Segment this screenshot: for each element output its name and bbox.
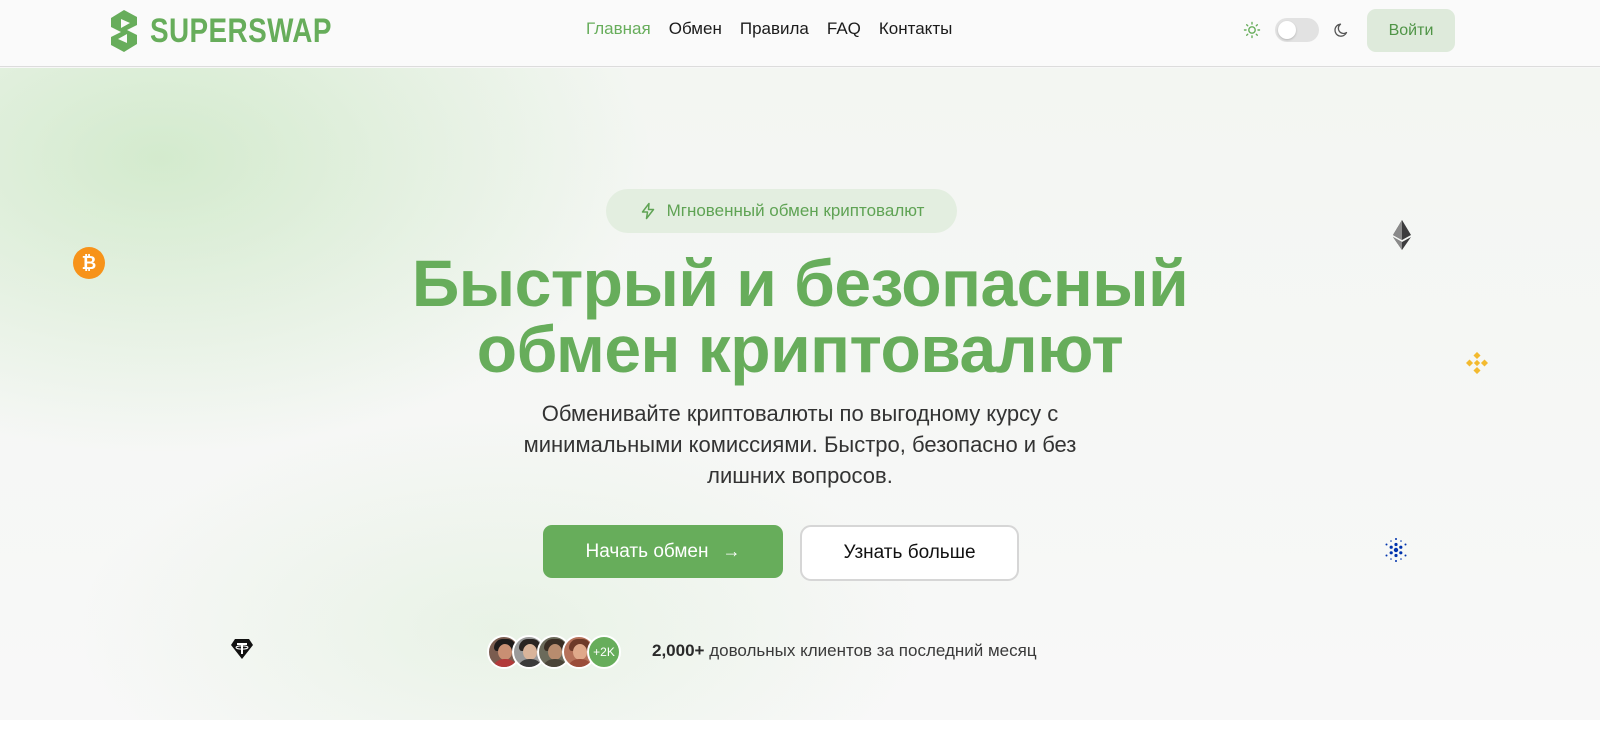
- nav-item-rules[interactable]: Правила: [740, 19, 809, 39]
- logo-text: SUPERSWAP: [150, 11, 332, 50]
- learn-more-button[interactable]: Узнать больше: [800, 525, 1019, 581]
- hero-subtitle-line-3: лишних вопросов.: [707, 463, 893, 488]
- clients-text: довольных клиентов за последний месяц: [709, 641, 1037, 660]
- hero-title-line-2: обмен криптовалют: [476, 312, 1124, 386]
- nav-item-contacts[interactable]: Контакты: [879, 19, 952, 39]
- bitcoin-icon: ₿: [73, 247, 105, 279]
- cardano-icon: [1385, 538, 1407, 562]
- svg-text:₿: ₿: [82, 253, 97, 273]
- binance-icon: [1466, 352, 1488, 374]
- moon-icon: [1334, 23, 1348, 37]
- nav-item-home[interactable]: Главная: [586, 19, 651, 39]
- nav-item-exchange[interactable]: Обмен: [669, 19, 722, 39]
- clients-count: 2,000+: [652, 641, 705, 660]
- hero-badge: Мгновенный обмен криптовалют: [606, 189, 957, 233]
- ethereum-icon: [1393, 220, 1411, 250]
- hero-title: Быстрый и безопасный обмен криптовалют: [300, 250, 1300, 382]
- nav-item-faq[interactable]: FAQ: [827, 19, 861, 39]
- hero-subtitle-line-2: минимальными комиссиями. Быстро, безопас…: [523, 432, 1077, 457]
- hero-subtitle-line-1: Обменивайте криптовалюты по выгодному ку…: [541, 401, 1059, 426]
- lightning-icon: [641, 202, 654, 220]
- logo[interactable]: SUPERSWAP: [108, 8, 372, 54]
- hero-subtitle: Обменивайте криптовалюты по выгодному ку…: [470, 398, 1130, 491]
- page-bottom-edge: [0, 720, 1600, 738]
- login-button[interactable]: Войти: [1367, 9, 1455, 52]
- theme-toggle[interactable]: [1275, 18, 1319, 42]
- hero-section: [0, 68, 1600, 720]
- start-exchange-button[interactable]: Начать обмен →: [543, 525, 783, 578]
- clients-stat: 2,000+ довольных клиентов за последний м…: [652, 641, 1037, 661]
- logo-mark-icon: [111, 10, 137, 52]
- site-header: SUPERSWAP Главная Обмен Правила FAQ Конт…: [0, 0, 1600, 67]
- tether-icon: [231, 639, 253, 659]
- badge-text: Мгновенный обмен криптовалют: [666, 201, 925, 220]
- avatars-more-badge: +2K: [587, 635, 621, 669]
- hero-title-line-1: Быстрый и безопасный: [411, 246, 1189, 320]
- page: SUPERSWAP Главная Обмен Правила FAQ Конт…: [0, 0, 1600, 738]
- start-exchange-label: Начать обмен: [585, 540, 709, 562]
- arrow-right-icon: →: [722, 541, 741, 561]
- customer-avatars: +2K: [487, 635, 621, 669]
- sun-icon: [1243, 21, 1261, 39]
- theme-switcher: [1243, 18, 1351, 42]
- main-nav: Главная Обмен Правила FAQ Контакты: [586, 19, 952, 39]
- toggle-knob: [1278, 21, 1296, 39]
